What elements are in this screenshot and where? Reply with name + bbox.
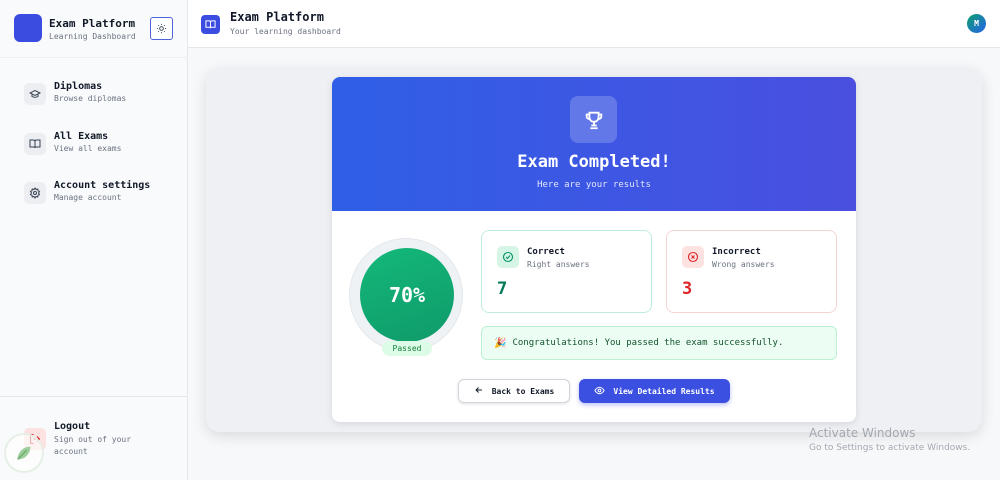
brand: Exam Platform Learning Dashboard (0, 0, 188, 58)
congrats-message: 🎉 Congratulations! You passed the exam s… (481, 326, 837, 360)
sidebar-item-label: Account settings (54, 180, 151, 191)
check-circle-icon (502, 251, 514, 263)
back-to-exams-label: Back to Exams (491, 386, 555, 396)
gear-icon (29, 187, 41, 199)
logout-button[interactable]: Logout Sign out of your account (24, 420, 174, 460)
book-open-icon (29, 139, 41, 149)
incorrect-sublabel: Wrong answers (712, 260, 775, 269)
sidebar-item-all-exams[interactable]: All Exams View all exams (24, 130, 174, 164)
theme-toggle-button[interactable] (150, 17, 173, 40)
graduation-cap-icon (29, 89, 41, 98)
header-title: Exam Platform (230, 10, 324, 24)
incorrect-count: 3 (682, 279, 693, 299)
brand-logo (14, 14, 42, 42)
result-title: Exam Completed! (517, 152, 671, 172)
correct-sublabel: Right answers (527, 260, 590, 269)
leaf-logo-icon (17, 446, 31, 460)
status-badge: Passed (382, 341, 432, 356)
party-popper-icon: 🎉 (494, 337, 507, 349)
correct-count: 7 (497, 279, 508, 299)
arrow-left-icon (475, 387, 482, 393)
corner-logo (4, 433, 44, 473)
congrats-text: Congratulations! You passed the exam suc… (512, 338, 784, 348)
result-subtitle: Here are your results (537, 180, 651, 190)
avatar[interactable]: M (967, 14, 986, 33)
brand-title: Exam Platform (49, 17, 136, 30)
top-header: Exam Platform Your learning dashboard M (188, 0, 1000, 48)
eye-icon (594, 386, 606, 394)
trophy-icon (585, 111, 602, 129)
sun-icon (156, 23, 167, 34)
book-open-icon (205, 20, 216, 29)
logout-label: Logout (54, 421, 91, 432)
header-subtitle: Your learning dashboard (230, 27, 341, 36)
x-circle-icon (687, 251, 699, 263)
sidebar-divider (0, 396, 188, 397)
view-detailed-results-button[interactable]: View Detailed Results (579, 379, 730, 403)
sidebar-item-label: Diplomas (54, 81, 103, 92)
sidebar-item-sublabel: Manage account (54, 193, 122, 202)
back-to-exams-button[interactable]: Back to Exams (458, 379, 570, 403)
watermark-subtitle: Go to Settings to activate Windows. (809, 443, 971, 453)
activate-windows-watermark: Activate Windows Go to Settings to activ… (809, 426, 970, 453)
correct-label: Correct (527, 247, 565, 257)
score-circle: 70% (360, 248, 454, 342)
sidebar-item-account-settings[interactable]: Account settings Manage account (24, 179, 174, 213)
logout-sublabel: Sign out of your account (54, 435, 132, 456)
watermark-title: Activate Windows (809, 426, 916, 440)
result-hero: Exam Completed! Here are your results (332, 77, 856, 211)
sidebar-item-sublabel: Browse diplomas (54, 94, 127, 103)
brand-subtitle: Learning Dashboard (49, 32, 136, 41)
result-card: Exam Completed! Here are your results 70… (332, 77, 856, 422)
correct-card: Correct Right answers 7 (481, 230, 652, 313)
sidebar-item-sublabel: View all exams (54, 144, 122, 153)
incorrect-card: Incorrect Wrong answers 3 (666, 230, 837, 313)
sidebar-item-diplomas[interactable]: Diplomas Browse diplomas (24, 80, 174, 114)
incorrect-label: Incorrect (712, 247, 761, 257)
view-detailed-results-label: View Detailed Results (613, 386, 715, 396)
sidebar-item-label: All Exams (54, 131, 109, 142)
sidebar: Exam Platform Learning Dashboard Diploma… (0, 0, 188, 480)
